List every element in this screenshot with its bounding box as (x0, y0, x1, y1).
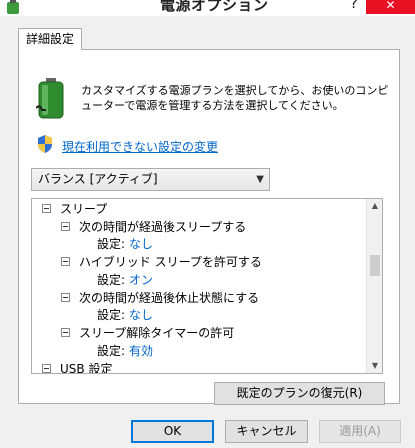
chevron-down-icon: ▼ (256, 174, 264, 185)
apply-button[interactable]: 適用(A) (319, 420, 401, 443)
change-unavailable-settings-link[interactable]: 現在利用できない設定の変更 (62, 138, 218, 155)
tree-item-usb[interactable]: USB 設定 (42, 361, 112, 373)
tree-item-hybrid-sleep[interactable]: ハイブリッド スリープを許可する (61, 254, 262, 272)
tree-item-hibernate-after-setting[interactable]: 設定: なし (97, 307, 153, 325)
window-title: 電源オプション (160, 0, 269, 14)
setting-value[interactable]: なし (129, 308, 153, 322)
collapse-icon[interactable] (42, 204, 51, 213)
setting-value[interactable]: オン (129, 273, 153, 287)
power-plan-value: バランス [アクティブ] (38, 172, 158, 186)
tree-item-hibernate-after[interactable]: 次の時間が経過後休止状態にする (61, 290, 259, 308)
description-text: カスタマイズする電源プランを選択してから、お使いのコンピューターで電源を管理する… (81, 84, 389, 112)
title-bar: 電源オプション ? ✕ (0, 0, 415, 16)
ok-button[interactable]: OK (131, 420, 214, 443)
tab-advanced-settings[interactable]: 詳細設定 (18, 28, 83, 50)
power-plan-select[interactable]: バランス [アクティブ] ▼ (31, 168, 270, 191)
collapse-icon[interactable] (42, 364, 51, 373)
collapse-icon[interactable] (61, 222, 70, 231)
restore-defaults-button[interactable]: 既定のプランの復元(R) (214, 382, 385, 405)
power-options-icon (7, 0, 19, 14)
tree-item-wake-timers-setting[interactable]: 設定: 有効 (97, 343, 153, 361)
collapse-icon[interactable] (61, 257, 70, 266)
uac-shield-icon (38, 135, 52, 153)
dialog-body: 詳細設定 カスタマイズする電源プランを選択してから、お使いのコンピューターで電源… (0, 16, 415, 448)
tree-item-wake-timers[interactable]: スリープ解除タイマーの許可 (61, 325, 234, 343)
tree-item-sleep[interactable]: スリープ (42, 201, 107, 219)
settings-tree[interactable]: スリープ 次の時間が経過後スリープする 設定: なし ハイブリッド スリープを許可… (31, 198, 383, 374)
scroll-up-icon[interactable]: ▲ (367, 199, 382, 213)
close-button[interactable]: ✕ (366, 0, 415, 14)
scrollbar-thumb[interactable] (370, 255, 380, 276)
collapse-icon[interactable] (61, 293, 70, 302)
scroll-down-icon[interactable]: ▼ (367, 359, 382, 373)
battery-icon (36, 78, 64, 119)
tree-item-sleep-after[interactable]: 次の時間が経過後スリープする (61, 219, 246, 237)
tree-item-sleep-after-setting[interactable]: 設定: なし (97, 236, 153, 254)
close-icon: ✕ (385, 0, 396, 12)
cancel-button[interactable]: キャンセル (225, 420, 308, 443)
collapse-icon[interactable] (61, 328, 70, 337)
help-button[interactable]: ? (350, 0, 358, 12)
setting-value[interactable]: なし (129, 237, 153, 251)
tree-item-hybrid-sleep-setting[interactable]: 設定: オン (97, 272, 153, 290)
vertical-scrollbar[interactable]: ▲ ▼ (366, 199, 382, 373)
setting-value[interactable]: 有効 (129, 344, 153, 358)
